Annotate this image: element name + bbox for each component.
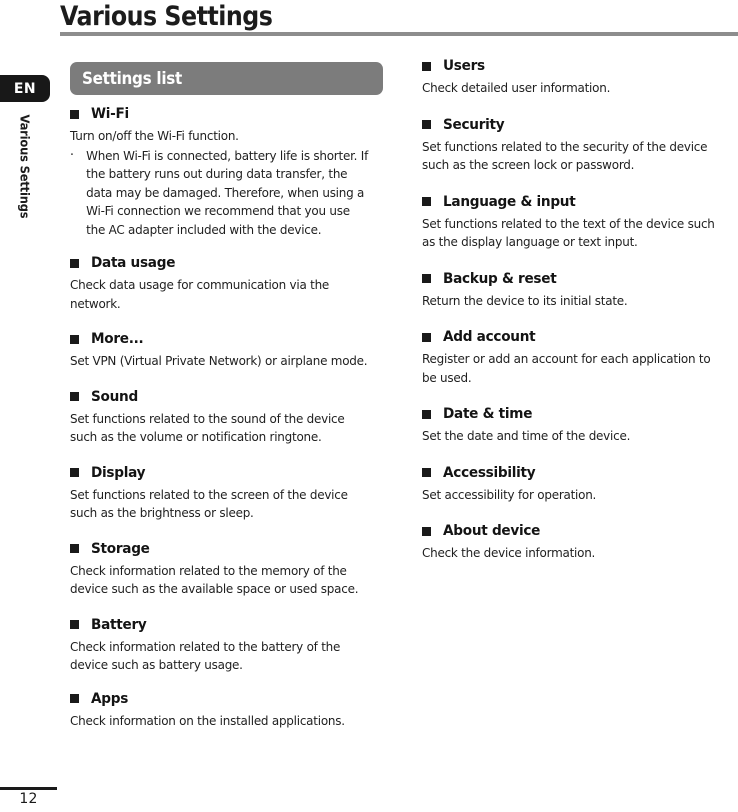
page-header: Various Settings	[60, 0, 738, 40]
settings-section: Backup & reset Return the device to its i…	[422, 271, 732, 311]
settings-section: Date & time Set the date and time of the …	[422, 406, 732, 446]
footer-divider	[0, 787, 57, 790]
square-bullet-icon	[422, 332, 431, 342]
section-heading: Security	[422, 117, 732, 133]
settings-list-banner: Settings list	[70, 62, 383, 95]
section-heading: Users	[422, 58, 732, 74]
section-description: Set functions related to the sound of th…	[70, 410, 345, 445]
section-title: Add account	[443, 329, 536, 345]
section-title: Language & input	[443, 193, 576, 210]
section-title: Backup & reset	[443, 270, 557, 287]
section-description: Set VPN (Virtual Private Network) or air…	[70, 353, 368, 368]
square-bullet-icon	[422, 120, 431, 129]
settings-section: Add account Register or add an account fo…	[422, 329, 732, 387]
title-divider	[60, 32, 738, 36]
settings-section: Users Check detailed user information.	[422, 58, 732, 98]
section-title: Accessibility	[443, 464, 536, 481]
settings-section: Apps Check information on the installed a…	[70, 691, 388, 731]
right-content-column: Users Check detailed user information. Sec…	[422, 58, 732, 563]
section-heading: Storage	[70, 541, 388, 557]
section-title: Storage	[91, 540, 150, 557]
settings-section: Battery Check information related to the …	[70, 617, 388, 675]
settings-section: Security Set functions related to the sec…	[422, 117, 732, 175]
settings-section: Storage Check information related to the …	[70, 541, 388, 599]
section-title: Data usage	[91, 255, 176, 271]
section-description: Check detailed user information.	[422, 80, 611, 95]
section-description: Set accessibility for operation.	[422, 486, 597, 502]
chapter-tab-text: Various Settings	[17, 114, 33, 219]
square-bullet-icon	[70, 468, 79, 477]
square-bullet-icon	[70, 334, 79, 344]
settings-section: About device Check the device information…	[422, 523, 732, 563]
square-bullet-icon	[422, 61, 431, 71]
section-description: Check information on the installed appli…	[70, 712, 345, 728]
note-list: · When Wi-Fi is connected, battery life i…	[70, 147, 388, 240]
chapter-tab-label: Various Settings	[0, 110, 50, 310]
section-heading: Backup & reset	[422, 271, 732, 287]
settings-section: Sound Set functions related to the sound …	[70, 389, 388, 447]
note-text: When Wi-Fi is connected, battery life is…	[86, 147, 369, 237]
settings-section: Accessibility Set accessibility for opera…	[422, 465, 732, 505]
settings-section: Data usage Check data usage for communica…	[70, 255, 388, 313]
section-heading: Language & input	[422, 194, 732, 210]
square-bullet-icon	[70, 392, 79, 401]
left-content-column: Wi-Fi Turn on/off the Wi-Fi function. · Whe…	[70, 106, 388, 730]
section-heading: Display	[70, 465, 388, 481]
section-heading: Apps	[70, 691, 388, 707]
settings-section: More... Set VPN (Virtual Private Network)…	[70, 331, 388, 371]
square-bullet-icon	[422, 409, 431, 419]
section-description: Set functions related to the security of…	[422, 138, 708, 173]
section-heading: Wi-Fi	[70, 106, 388, 122]
note-bullet-icon: ·	[70, 147, 74, 163]
section-heading: Accessibility	[422, 465, 732, 481]
square-bullet-icon	[422, 197, 431, 206]
section-title: Battery	[91, 616, 147, 633]
page-title: Various Settings	[60, 1, 273, 32]
section-description: Set the date and time of the device.	[422, 428, 631, 443]
section-title: Wi-Fi	[91, 106, 129, 122]
sidebar: EN Various Settings	[0, 0, 58, 812]
settings-section: Wi-Fi Turn on/off the Wi-Fi function. · Whe…	[70, 106, 388, 239]
section-heading: Data usage	[70, 255, 388, 271]
settings-section: Display Set functions related to the scre…	[70, 465, 388, 523]
square-bullet-icon	[70, 620, 79, 629]
section-description: Set functions related to the screen of t…	[70, 486, 348, 521]
section-description: Turn on/off the Wi-Fi function.	[70, 128, 239, 143]
section-title: Apps	[91, 690, 129, 707]
square-bullet-icon	[70, 544, 79, 553]
section-description: Check the device information.	[422, 545, 596, 560]
section-title: Security	[443, 116, 505, 133]
section-title: Users	[443, 58, 485, 74]
section-description: Return the device to its initial state.	[422, 292, 628, 308]
settings-list-banner-label: Settings list	[81, 69, 183, 88]
square-bullet-icon	[422, 526, 431, 536]
section-heading: Add account	[422, 329, 732, 345]
section-description: Register or add an account for each appl…	[422, 351, 711, 385]
section-title: Display	[91, 464, 146, 481]
language-tab[interactable]: EN	[0, 75, 50, 102]
section-description: Check information related to the memory …	[70, 562, 359, 597]
section-description: Check information related to the battery…	[70, 638, 341, 673]
section-description: Check data usage for communication via t…	[70, 277, 330, 311]
section-heading: Sound	[70, 389, 388, 405]
note-item: · When Wi-Fi is connected, battery life i…	[70, 147, 372, 240]
section-title: More...	[91, 331, 144, 347]
square-bullet-icon	[422, 468, 431, 477]
section-title: Sound	[91, 388, 138, 405]
section-title: Date & time	[443, 406, 533, 422]
square-bullet-icon	[70, 694, 79, 703]
square-bullet-icon	[70, 109, 79, 119]
section-title: About device	[443, 523, 541, 539]
page-number: 12	[19, 791, 38, 807]
square-bullet-icon	[70, 258, 79, 268]
settings-section: Language & input Set functions related to…	[422, 194, 732, 252]
section-heading: More...	[70, 331, 388, 347]
section-heading: Battery	[70, 617, 388, 633]
section-description: Set functions related to the text of the…	[422, 215, 715, 250]
section-heading: Date & time	[422, 406, 732, 422]
section-heading: About device	[422, 523, 732, 539]
square-bullet-icon	[422, 274, 431, 283]
